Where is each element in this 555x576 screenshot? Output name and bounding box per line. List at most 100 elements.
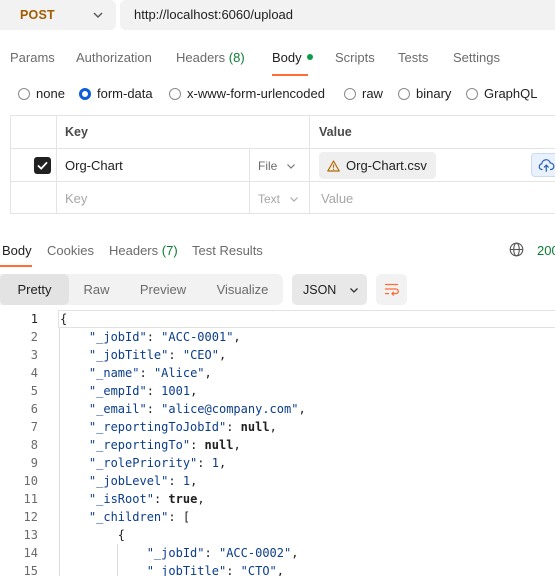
format-label: JSON	[303, 282, 337, 297]
chevron-down-icon	[290, 197, 298, 202]
radio-icon	[344, 87, 356, 100]
radio-graphql-label: GraphQL	[484, 86, 538, 101]
response-tab-cookies[interactable]: Cookies	[47, 243, 94, 258]
tab-body-label: Body	[272, 50, 302, 65]
code-text: "_email": "alice@company.com",	[88, 402, 306, 416]
code-line: 1{	[0, 310, 555, 328]
radio-form-data[interactable]: form-data	[79, 86, 153, 101]
column-divider	[309, 182, 310, 214]
code-line: 12 "_children": [	[0, 508, 555, 526]
code-text: "_empId": 1001,	[88, 384, 198, 398]
line-number: 12	[23, 510, 38, 524]
tab-settings[interactable]: Settings	[453, 50, 500, 65]
row-enabled-checkbox[interactable]	[34, 157, 51, 174]
method-select[interactable]: POST	[0, 0, 116, 30]
chevron-down-icon	[287, 164, 296, 169]
type-select[interactable]: File	[258, 159, 296, 173]
radio-binary[interactable]: binary	[398, 86, 451, 101]
body-active-dot	[306, 54, 313, 60]
table-row: Key Text Value	[11, 182, 555, 214]
response-status-code[interactable]: 200	[537, 243, 555, 258]
code-line: 5 "_empId": 1001,	[0, 382, 555, 400]
radio-selected-icon	[79, 87, 91, 100]
upload-file-button[interactable]	[531, 153, 555, 177]
column-divider	[309, 149, 310, 181]
type-select[interactable]: Text	[258, 192, 299, 206]
code-text: "_name": "Alice",	[88, 366, 212, 380]
tab-headers-count: (8)	[228, 50, 245, 65]
response-body-viewer[interactable]: 1{2 "_jobId": "ACC-0001", 3 "_jobTitle": …	[0, 310, 555, 576]
code-line: 8 "_reportingTo": null,	[0, 436, 555, 454]
response-tab-body[interactable]: Body	[2, 243, 32, 258]
radio-form-data-label: form-data	[97, 86, 153, 101]
line-number: 7	[30, 420, 38, 434]
tab-params[interactable]: Params	[10, 50, 55, 65]
response-tab-test-results[interactable]: Test Results	[192, 243, 263, 258]
code-line: 4 "_name": "Alice",	[0, 364, 555, 382]
radio-graphql[interactable]: GraphQL	[466, 86, 537, 101]
globe-icon[interactable]	[509, 242, 524, 257]
radio-binary-label: binary	[416, 86, 452, 101]
format-select[interactable]: JSON	[292, 274, 367, 305]
indent-guide	[116, 544, 118, 576]
view-preview-button[interactable]: Preview	[124, 274, 202, 305]
line-number: 1	[30, 312, 38, 326]
file-chip[interactable]: Org-Chart.csv	[319, 152, 436, 179]
column-divider	[56, 149, 57, 181]
radio-icon	[398, 87, 410, 100]
method-label: POST	[20, 8, 55, 22]
code-line: 11 "_isRoot": true,	[0, 490, 555, 508]
key-field[interactable]: Org-Chart	[65, 158, 123, 173]
type-select-label: Text	[258, 192, 281, 206]
code-line: 2 "_jobId": "ACC-0001",	[0, 328, 555, 346]
url-input[interactable]: http://localhost:6060/upload	[120, 0, 555, 30]
tab-authorization[interactable]: Authorization	[76, 50, 152, 65]
tab-headers-label: Headers	[176, 50, 226, 65]
chevron-down-icon	[350, 287, 359, 293]
file-name: Org-Chart.csv	[346, 158, 427, 173]
table-row: Org-Chart File Org-Chart.csv	[11, 149, 555, 182]
column-divider	[56, 116, 57, 148]
code-line: 3 "_jobTitle": "CEO",	[0, 346, 555, 364]
radio-urlencoded[interactable]: x-www-form-urlencoded	[169, 86, 325, 101]
body-type-selector: none form-data x-www-form-urlencoded raw…	[0, 84, 555, 104]
line-number: 10	[23, 474, 38, 488]
line-number: 2	[30, 330, 38, 344]
column-divider	[249, 182, 250, 214]
type-select-label: File	[258, 159, 278, 173]
checkmark-icon	[37, 161, 48, 170]
radio-raw[interactable]: raw	[344, 86, 383, 101]
value-placeholder[interactable]: Value	[321, 191, 353, 206]
tab-body[interactable]: Body	[272, 50, 313, 65]
warning-triangle-icon	[327, 159, 340, 172]
column-header-value: Value	[319, 125, 352, 139]
radio-raw-label: raw	[362, 86, 383, 101]
code-text: "_reportingToJobId": null,	[88, 420, 277, 434]
view-pretty-button[interactable]: Pretty	[0, 274, 69, 305]
chevron-down-icon	[93, 12, 103, 18]
code-text: "_jobTitle": "CEO",	[88, 348, 227, 362]
radio-icon	[18, 87, 30, 100]
line-number: 4	[30, 366, 38, 380]
column-divider	[309, 116, 310, 148]
tab-headers[interactable]: Headers (8)	[176, 50, 245, 65]
wrap-lines-icon	[385, 283, 399, 296]
indent-guide	[59, 328, 60, 576]
tab-tests[interactable]: Tests	[398, 50, 428, 65]
radio-icon	[169, 87, 181, 100]
view-visualize-button[interactable]: Visualize	[202, 274, 283, 305]
radio-none[interactable]: none	[18, 86, 65, 101]
table-header-row: Key Value	[11, 116, 555, 149]
code-line: 7 "_reportingToJobId": null,	[0, 418, 555, 436]
radio-none-label: none	[36, 86, 65, 101]
code-line: 13 {	[0, 526, 555, 544]
code-text: "_jobId": "ACC-0002",	[146, 546, 299, 560]
view-raw-button[interactable]: Raw	[69, 274, 124, 305]
code-text: "_jobTitle": "CTO",	[146, 564, 285, 576]
radio-urlencoded-label: x-www-form-urlencoded	[187, 86, 325, 101]
wrap-lines-button[interactable]	[376, 274, 407, 305]
form-data-table: Key Value Org-Chart File Org-Chart.csv K…	[10, 115, 555, 214]
tab-scripts[interactable]: Scripts	[335, 50, 375, 65]
key-placeholder[interactable]: Key	[65, 191, 87, 206]
response-tab-headers[interactable]: Headers (7)	[109, 243, 178, 258]
